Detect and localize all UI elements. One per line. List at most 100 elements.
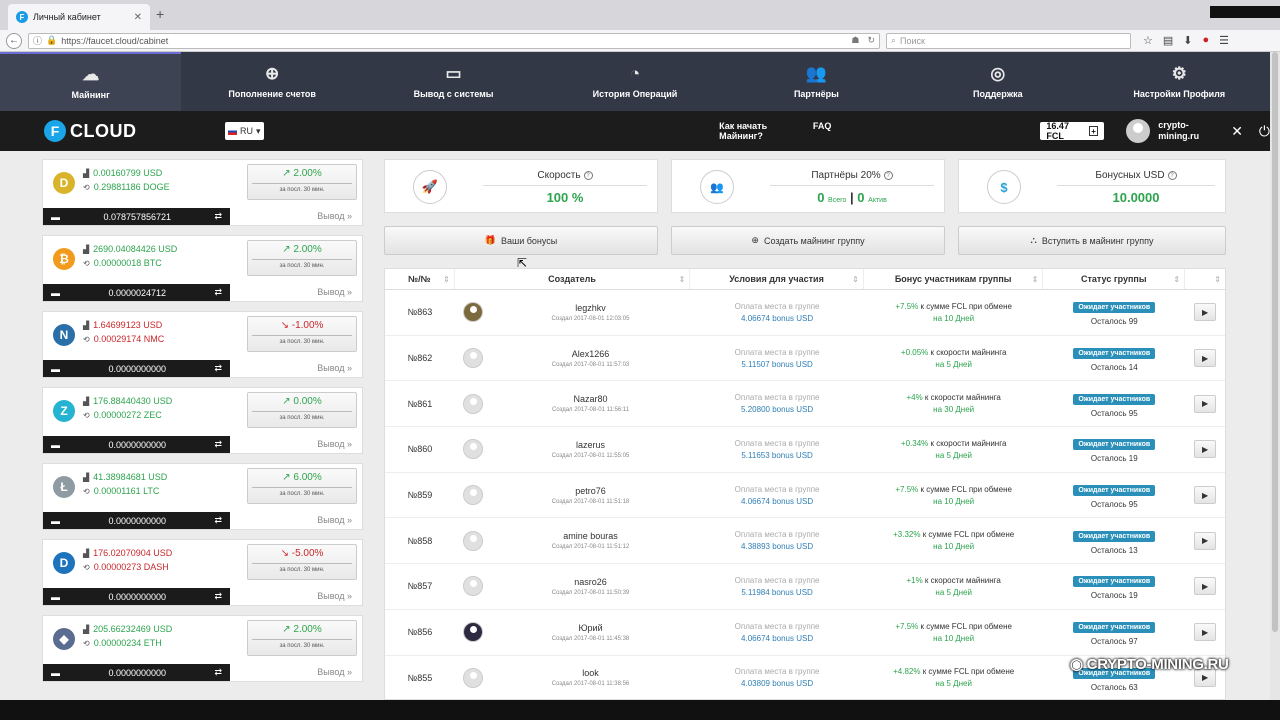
coin-balance: 0.0000000000 xyxy=(108,667,166,678)
chart-icon: ▟ xyxy=(83,245,90,254)
search-input[interactable]: ⌕ Поиск xyxy=(886,32,1131,49)
help-icon[interactable]: ? xyxy=(1167,171,1177,180)
scrollbar-thumb[interactable] xyxy=(1272,52,1278,632)
bonus-duration: на 10 Дней xyxy=(933,313,975,323)
coin-amount: 0.00000018 BTC xyxy=(93,258,162,268)
adblock-icon[interactable]: ● xyxy=(1203,34,1210,47)
nav-item-5[interactable]: ◎ Поддержка xyxy=(907,52,1088,111)
bookmark-star-page-icon[interactable]: ☗ xyxy=(851,35,859,46)
exchange-icon[interactable]: ⇄ xyxy=(214,439,222,450)
download-icon[interactable]: ⬇ xyxy=(1183,34,1192,47)
url-bar[interactable]: ⓘ 🔒 https://faucet.cloud/cabinet ☗ ↻ xyxy=(28,32,880,49)
join-play-button[interactable]: ▶ xyxy=(1194,303,1217,322)
change-value: 2.00% xyxy=(293,168,322,179)
join-play-button[interactable]: ▶ xyxy=(1194,623,1217,642)
table-row: №858 amine bouras Создал 2017-08-01 11:51:… xyxy=(385,518,1225,565)
nav-item-1[interactable]: ⊕ Пополнение счетов xyxy=(181,52,362,111)
change-value: -5.00% xyxy=(291,548,324,559)
language-value: RU xyxy=(240,126,254,136)
bookmark-icon[interactable]: ☆ xyxy=(1143,34,1153,47)
join-group-button[interactable]: ⛬ Вступить в майнинг группу xyxy=(958,226,1226,255)
balance-value: 16.47 FCL xyxy=(1046,121,1069,141)
exchange-icon[interactable]: ⇄ xyxy=(214,287,222,298)
table-row: №862 Alex1266 Создал 2017-08-01 11:57:03 Оп… xyxy=(385,336,1225,382)
how-to-start-link[interactable]: Как начать Майнинг? xyxy=(719,121,801,141)
col-creator[interactable]: Создатель xyxy=(455,269,691,289)
chart-icon: ▟ xyxy=(83,321,90,330)
condition-price: 4.06674 bonus USD xyxy=(741,633,814,643)
language-select[interactable]: RU ▾ xyxy=(224,122,265,140)
your-bonuses-button[interactable]: 🎁 Ваши бонусы xyxy=(384,226,658,255)
coin-usd: 0.00160799 USD xyxy=(93,168,163,178)
trend-icon: ↗ xyxy=(282,168,291,179)
withdraw-link[interactable]: Вывод » xyxy=(317,667,352,677)
join-play-button[interactable]: ▶ xyxy=(1194,531,1217,550)
created-date: Создал 2017-08-01 11:56:11 xyxy=(551,407,630,414)
join-play-button[interactable]: ▶ xyxy=(1194,440,1217,459)
join-play-button[interactable]: ▶ xyxy=(1194,486,1217,505)
user-profile[interactable]: crypto- mining.ru xyxy=(1126,119,1199,143)
close-tab-icon[interactable]: ✕ xyxy=(134,12,142,23)
join-play-button[interactable]: ▶ xyxy=(1194,394,1217,413)
withdraw-link[interactable]: Вывод » xyxy=(317,287,352,297)
chart-icon: ▟ xyxy=(83,625,90,634)
join-play-button[interactable]: ▶ xyxy=(1194,577,1217,596)
help-icon[interactable]: ? xyxy=(583,171,593,180)
reload-icon[interactable]: ↻ xyxy=(867,35,875,46)
condition-price: 4.38893 bonus USD xyxy=(741,542,814,552)
menu-icon[interactable]: ☰ xyxy=(1219,34,1229,47)
create-group-button[interactable]: ⊕ Создать майнинг группу xyxy=(671,226,945,255)
col-bonus[interactable]: Бонус участникам группы xyxy=(864,269,1044,289)
exchange-icon[interactable]: ⇄ xyxy=(214,591,222,602)
withdraw-link[interactable]: Вывод » xyxy=(317,363,352,373)
col-conditions[interactable]: Условия для участия xyxy=(690,269,864,289)
table-row: №859 petro76 Создал 2017-08-01 11:51:18 Опл… xyxy=(385,473,1225,519)
withdraw-link[interactable]: Вывод » xyxy=(317,211,352,221)
exchange-icon[interactable]: ⇄ xyxy=(214,211,222,222)
new-tab-icon[interactable]: + xyxy=(156,6,164,22)
balance-button[interactable]: 16.47 FCL + xyxy=(1040,121,1105,141)
withdraw-link[interactable]: Вывод » xyxy=(317,515,352,525)
address-row: ← ⓘ 🔒 https://faucet.cloud/cabinet ☗ ↻ ⌕ … xyxy=(0,30,1280,52)
nav-item-6[interactable]: ⚙ Настройки Профиля xyxy=(1089,52,1270,111)
nav-item-2[interactable]: ▭ Вывод с системы xyxy=(363,52,544,111)
change-box: ↘ -5.00% за посл. 30 мин. xyxy=(247,544,357,580)
condition-price: 5.11984 bonus USD xyxy=(741,587,813,597)
coin-balance: 0.0000000000 xyxy=(108,363,166,374)
browser-tab[interactable]: F Личный кабинет ✕ xyxy=(8,4,150,30)
close-icon[interactable]: ✕ xyxy=(1231,123,1243,140)
status-badge: Ожидает участников xyxy=(1073,576,1156,588)
withdraw-link[interactable]: Вывод » xyxy=(317,439,352,449)
change-value: 0.00% xyxy=(293,396,322,407)
chart-icon: ▟ xyxy=(83,473,90,482)
join-play-button[interactable]: ▶ xyxy=(1194,349,1217,368)
back-icon[interactable]: ← xyxy=(6,32,22,49)
nav-item-4[interactable]: 👥 Партнёры xyxy=(726,52,907,111)
creator-name: Юрий xyxy=(578,622,603,633)
trend-icon: ↘ xyxy=(280,548,289,559)
mouse-cursor: ⇱ xyxy=(517,256,528,270)
play-icon: ▶ xyxy=(1201,490,1209,500)
coin-amount: 0.00000234 ETH xyxy=(93,638,162,648)
nav-item-0[interactable]: ☁ Майнинг xyxy=(0,52,182,111)
nav-item-3[interactable]: ◔ История Операций xyxy=(544,52,725,111)
browser-chrome: F Личный кабинет ✕ + ← ⓘ 🔒 https://fauce… xyxy=(0,0,1280,52)
exchange-icon[interactable]: ⇄ xyxy=(214,363,222,374)
col-status[interactable]: Статус группы xyxy=(1043,269,1186,289)
history-icon: ⟲ xyxy=(83,563,90,572)
condition-price: 4.03809 bonus USD xyxy=(741,679,814,689)
exchange-icon[interactable]: ⇄ xyxy=(214,667,222,678)
col-number[interactable]: №/№ xyxy=(385,269,455,289)
withdraw-link[interactable]: Вывод » xyxy=(317,591,352,601)
scrollbar[interactable] xyxy=(1270,52,1280,720)
wallet-icon: ▬ xyxy=(51,591,60,602)
library-icon[interactable]: ▤ xyxy=(1163,34,1173,47)
table-header: №/№ Создатель Условия для участия Бонус … xyxy=(385,269,1225,290)
power-icon[interactable]: ⏻ xyxy=(1259,123,1270,140)
balance-bar: ▬ 0.0000000000 ⇄ xyxy=(43,664,230,681)
exchange-icon[interactable]: ⇄ xyxy=(214,515,222,526)
play-icon: ▶ xyxy=(1201,444,1209,454)
site-logo[interactable]: F CLOUD xyxy=(44,120,137,142)
faq-link[interactable]: FAQ xyxy=(813,121,832,141)
help-icon[interactable]: ? xyxy=(883,171,893,180)
